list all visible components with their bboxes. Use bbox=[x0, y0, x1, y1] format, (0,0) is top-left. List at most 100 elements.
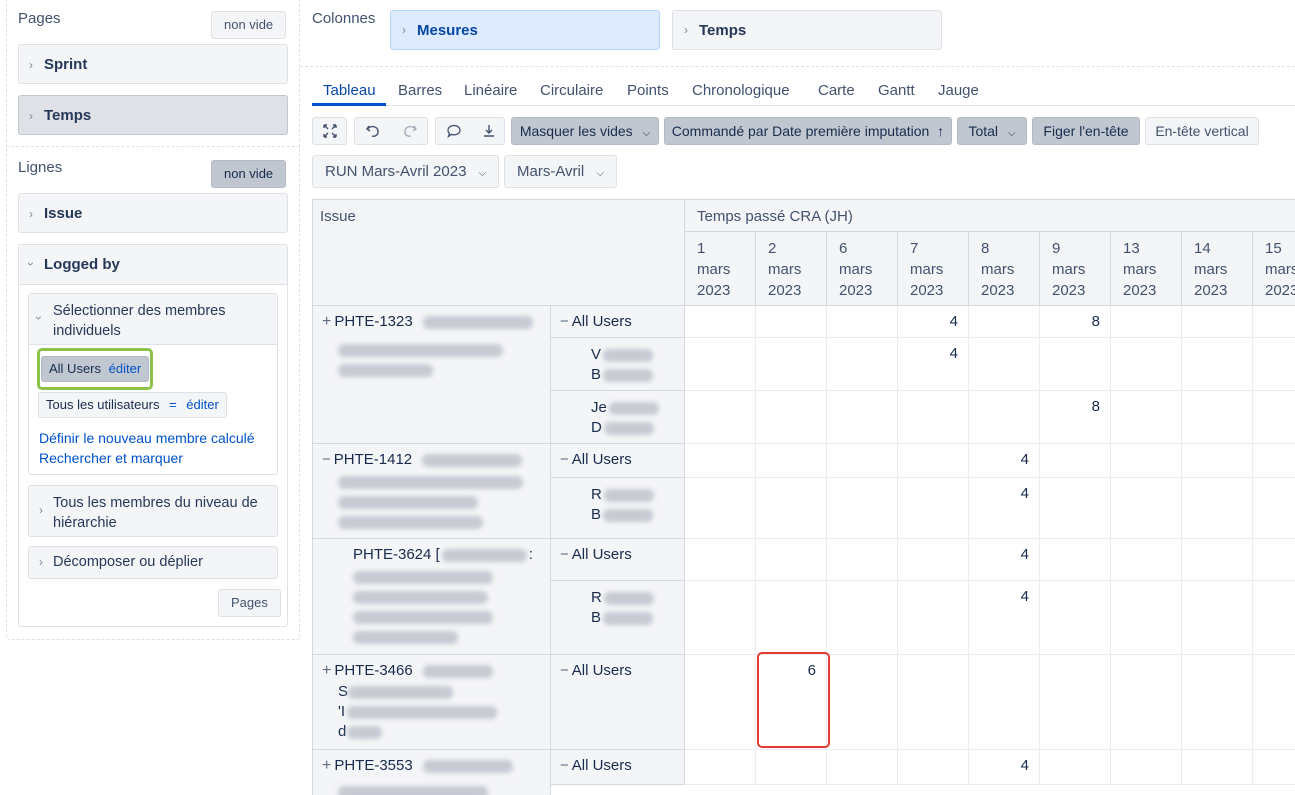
date-column-header[interactable]: 6 mars 2023 bbox=[827, 232, 898, 306]
user-row-header[interactable]: − All Users bbox=[551, 655, 685, 750]
data-cell[interactable] bbox=[1182, 306, 1253, 338]
date-column-header[interactable]: 15 mars 2023 bbox=[1253, 232, 1295, 306]
data-cell[interactable] bbox=[756, 444, 827, 478]
data-cell[interactable] bbox=[827, 338, 898, 391]
data-cell[interactable] bbox=[827, 539, 898, 581]
data-cell[interactable] bbox=[1111, 391, 1182, 444]
data-cell[interactable] bbox=[1111, 306, 1182, 338]
data-cell[interactable] bbox=[756, 750, 827, 785]
vertical-header-button[interactable]: En-tête vertical bbox=[1145, 117, 1259, 145]
data-cell[interactable] bbox=[898, 391, 969, 444]
data-cell[interactable]: 4 bbox=[898, 306, 969, 338]
collapse-minus-icon[interactable]: − bbox=[560, 546, 569, 563]
search-and-mark-link[interactable]: Rechercher et marquer bbox=[39, 450, 183, 466]
data-cell[interactable] bbox=[1111, 655, 1182, 750]
select-members-header[interactable]: › Sélectionner des membres individuels bbox=[29, 294, 277, 345]
data-cell[interactable] bbox=[1040, 444, 1111, 478]
tab-tableau[interactable]: Tableau bbox=[323, 82, 376, 99]
collapse-minus-icon[interactable]: − bbox=[560, 757, 569, 774]
data-cell[interactable] bbox=[1182, 444, 1253, 478]
tab-circulaire[interactable]: Circulaire bbox=[540, 82, 603, 99]
logged-by-header[interactable]: › Logged by bbox=[19, 245, 287, 285]
data-cell[interactable] bbox=[898, 581, 969, 655]
data-cell[interactable] bbox=[969, 338, 1040, 391]
download-icon[interactable] bbox=[481, 123, 497, 139]
data-cell[interactable] bbox=[1182, 478, 1253, 539]
data-cell[interactable] bbox=[827, 655, 898, 750]
data-cell[interactable] bbox=[685, 478, 756, 539]
data-cell[interactable]: 4 bbox=[898, 338, 969, 391]
tab-barres[interactable]: Barres bbox=[398, 82, 442, 99]
data-cell[interactable] bbox=[756, 391, 827, 444]
date-column-header[interactable]: 7 mars 2023 bbox=[898, 232, 969, 306]
pages-item-sprint[interactable]: › Sprint bbox=[18, 44, 288, 84]
data-cell[interactable] bbox=[969, 306, 1040, 338]
issue-row-header[interactable]: PHTE-3624 [: bbox=[312, 539, 551, 655]
data-cell[interactable] bbox=[685, 655, 756, 750]
data-cell[interactable] bbox=[1253, 338, 1295, 391]
data-cell[interactable]: 4 bbox=[969, 581, 1040, 655]
data-cell[interactable] bbox=[1182, 391, 1253, 444]
date-column-header[interactable]: 14 mars 2023 bbox=[1182, 232, 1253, 306]
data-cell[interactable]: 4 bbox=[969, 539, 1040, 581]
user-row-header[interactable]: − All Users bbox=[551, 539, 685, 581]
user-row-header[interactable]: − All Users bbox=[551, 750, 685, 785]
expand-plus-icon[interactable]: + bbox=[322, 313, 331, 330]
data-cell[interactable] bbox=[1111, 478, 1182, 539]
date-column-header[interactable]: 1 mars 2023 bbox=[685, 232, 756, 306]
edit-link[interactable]: éditer bbox=[186, 397, 219, 412]
issue-column-header[interactable]: Issue bbox=[312, 199, 685, 306]
data-cell[interactable] bbox=[1111, 444, 1182, 478]
date-column-header[interactable]: 8 mars 2023 bbox=[969, 232, 1040, 306]
data-cell[interactable] bbox=[1182, 539, 1253, 581]
data-cell[interactable] bbox=[1253, 750, 1295, 785]
user-row-header[interactable]: VB bbox=[551, 338, 685, 391]
data-cell[interactable]: 4 bbox=[969, 444, 1040, 478]
data-cell[interactable] bbox=[685, 444, 756, 478]
data-cell[interactable] bbox=[1253, 539, 1295, 581]
data-cell[interactable] bbox=[756, 306, 827, 338]
tab-points[interactable]: Points bbox=[627, 82, 669, 99]
date-column-header[interactable]: 9 mars 2023 bbox=[1040, 232, 1111, 306]
data-cell[interactable] bbox=[1182, 581, 1253, 655]
data-cell[interactable] bbox=[827, 478, 898, 539]
data-cell[interactable] bbox=[1040, 338, 1111, 391]
data-cell[interactable] bbox=[1040, 750, 1111, 785]
collapse-minus-icon[interactable]: − bbox=[560, 313, 569, 330]
period-page-filter[interactable]: Mars-Avril ⌵ bbox=[504, 155, 617, 188]
date-column-header[interactable]: 2 mars 2023 bbox=[756, 232, 827, 306]
expand-plus-icon[interactable]: + bbox=[322, 757, 331, 774]
data-cell[interactable] bbox=[827, 306, 898, 338]
data-cell[interactable] bbox=[1040, 655, 1111, 750]
issue-row-header[interactable]: + PHTE-3466 S 'I d bbox=[312, 655, 551, 750]
user-row-header[interactable]: − All Users bbox=[551, 306, 685, 338]
issue-row-header[interactable]: − PHTE-1412 bbox=[312, 444, 551, 539]
all-members-chip[interactable]: Tous les utilisateurs = éditer bbox=[38, 392, 227, 418]
tab-jauge[interactable]: Jauge bbox=[938, 82, 979, 99]
data-cell[interactable] bbox=[827, 391, 898, 444]
data-cell[interactable] bbox=[898, 539, 969, 581]
hide-empty-dropdown[interactable]: Masquer les vides ⌵ bbox=[511, 117, 659, 145]
collapse-minus-icon[interactable]: − bbox=[322, 451, 331, 468]
sprint-page-filter[interactable]: RUN Mars-Avril 2023 ⌵ bbox=[312, 155, 500, 188]
tab-lineaire[interactable]: Linéaire bbox=[464, 82, 517, 99]
pages-non-empty-button[interactable]: non vide bbox=[211, 11, 287, 39]
column-item-measures[interactable]: › Mesures bbox=[390, 10, 660, 50]
data-cell[interactable] bbox=[685, 539, 756, 581]
data-cell[interactable] bbox=[827, 581, 898, 655]
tab-carte[interactable]: Carte bbox=[818, 82, 855, 99]
data-cell[interactable] bbox=[1253, 306, 1295, 338]
ordered-by-button[interactable]: Commandé par Date première imputation ↑ bbox=[664, 117, 952, 145]
data-cell[interactable]: 8 bbox=[1040, 306, 1111, 338]
data-cell[interactable]: 8 bbox=[1040, 391, 1111, 444]
define-calculated-member-link[interactable]: Définir le nouveau membre calculé bbox=[39, 430, 255, 446]
collapse-minus-icon[interactable]: − bbox=[560, 451, 569, 468]
freeze-header-button[interactable]: Figer l'en-tête bbox=[1032, 117, 1140, 145]
data-cell[interactable] bbox=[1253, 444, 1295, 478]
data-cell[interactable] bbox=[1111, 338, 1182, 391]
user-row-header[interactable]: Je D bbox=[551, 391, 685, 444]
data-cell[interactable] bbox=[685, 750, 756, 785]
data-cell[interactable] bbox=[685, 391, 756, 444]
rows-item-issue[interactable]: › Issue bbox=[18, 193, 288, 233]
data-cell[interactable] bbox=[969, 391, 1040, 444]
